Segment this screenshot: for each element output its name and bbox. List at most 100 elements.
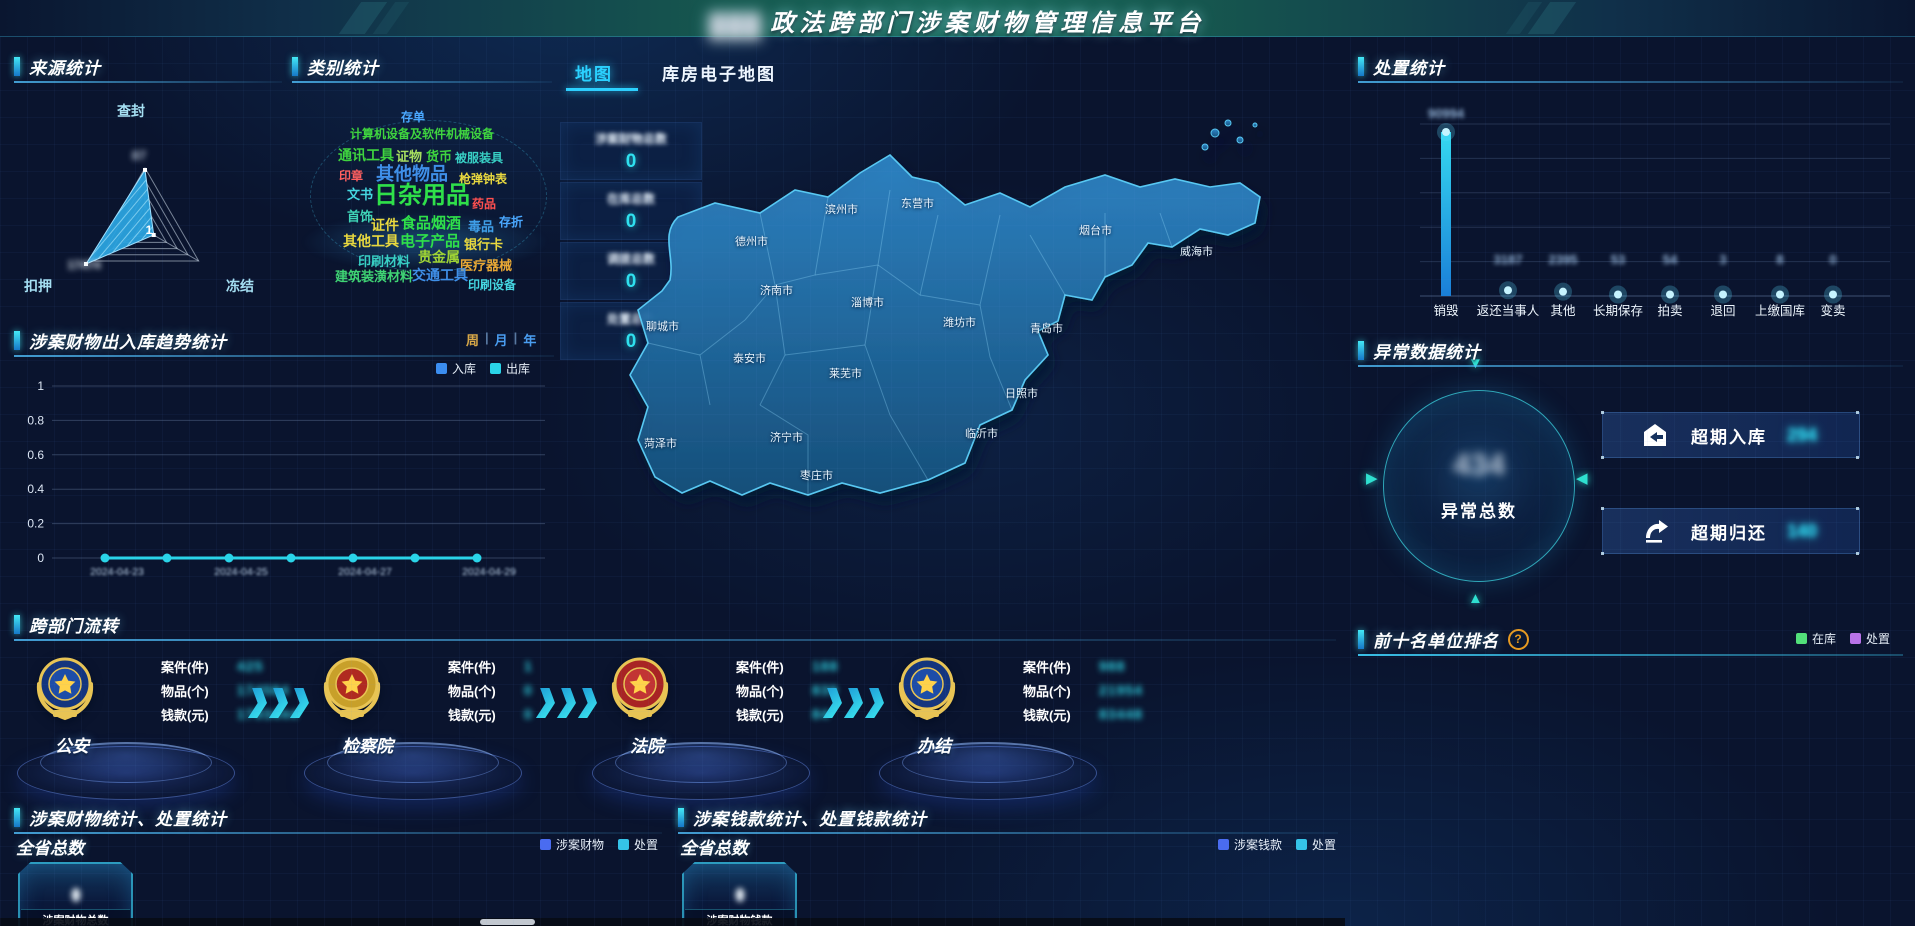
svg-text:长期保存: 长期保存 [1593,304,1643,318]
abnormal-total-label: 异常总数 [1384,497,1574,522]
legend-item[interactable]: 涉案钱款 [1218,836,1282,853]
court-badge-icon [608,654,672,727]
flow-stat-row: 案件(件) 1 [448,654,533,678]
flow-stat-value: 21954 [1099,682,1143,698]
wordcloud-term[interactable]: 药品 [472,198,496,210]
help-icon[interactable]: ? [1508,629,1529,650]
legend-swatch-icon [1296,839,1307,850]
money-total-card: 涉案财物钱款 [682,862,797,926]
procuratorate-badge-icon [320,654,384,727]
legend-item[interactable]: 处置 [618,836,658,853]
svg-text:其他: 其他 [1550,304,1576,318]
svg-text:0: 0 [1829,252,1836,267]
province-shape [630,155,1260,495]
tab-warehouse-map[interactable]: 库房电子地图 [662,60,776,85]
flow-stat-value: 0 [524,682,533,698]
abnormal-row-label: 超期入库 [1691,423,1767,448]
flow-stat-label: 钱款(元) [1023,705,1089,724]
flow-stat-value: 988 [1099,658,1125,674]
wordcloud-term[interactable]: 印章 [339,170,363,182]
shandong-map[interactable] [560,95,1340,640]
trend-legend: 入库出库 [436,360,530,377]
wordcloud-term[interactable]: 毒品 [468,220,494,233]
wordcloud-term[interactable]: 印刷设备 [468,279,516,291]
legend-item[interactable]: 涉案财物 [540,836,604,853]
flow-dept-法院: 案件(件) 188 物品(个) 839 钱款(元) 84法院 [590,650,880,808]
wordcloud-term[interactable]: 贵金属 [418,250,460,264]
panel-title-abnormal: 异常数据统计 [1358,338,1903,362]
panel-title-property: 涉案财物统计、处置统计 [14,805,662,829]
flow-stat-value: 0 [524,706,533,722]
legend-swatch-icon [618,839,629,850]
period-selector: 周|月|年 [466,330,536,349]
flow-dept-检察院: 案件(件) 1 物品(个) 0 钱款(元) 0检察院 [302,650,592,808]
legend-swatch-icon [1218,839,1229,850]
legend-item[interactable]: 处置 [1296,836,1336,853]
flow-arrow-icon [538,688,597,718]
svg-text:3187: 3187 [1494,252,1523,267]
wordcloud-term[interactable]: 印刷材料 [358,255,410,268]
horizontal-scrollbar-thumb[interactable] [480,919,535,925]
legend-item[interactable]: 在库 [1796,630,1836,647]
wordcloud-term[interactable]: 证物 [396,150,422,163]
flow-stat-row: 案件(件) 425 [161,654,299,678]
page-title-text: 政法跨部门涉案财物管理信息平台 [770,10,1205,37]
radar-chart: 查封 扣押 冻结 87 1 17474 [10,80,280,310]
city-name-redacted: ███ [710,13,763,39]
wordcloud-term[interactable]: 存单 [401,111,425,123]
wordcloud-term[interactable]: 通讯工具 [338,148,394,162]
period-option-2[interactable]: 月 [495,330,508,349]
money-legend: 涉案钱款处置 [1218,836,1336,853]
return-arrow-icon [1641,517,1669,545]
wordcloud-term[interactable]: 银行卡 [464,238,503,251]
svg-text:2395: 2395 [1549,252,1578,267]
wordcloud-term[interactable]: 文书 [347,188,373,201]
wordcloud-term[interactable]: 日杂用品 [374,184,470,208]
wordcloud-term[interactable]: 被服装具 [455,152,503,164]
flow-stats: 案件(件) 1 物品(个) 0 钱款(元) 0 [448,654,533,726]
tab-map[interactable]: 地图 [575,60,613,85]
abnormal-row-1[interactable]: 超期入库 294 [1602,412,1860,458]
svg-text:返还当事人: 返还当事人 [1477,304,1540,318]
flow-stat-label: 物品(个) [1023,681,1089,700]
period-option-3[interactable]: 年 [523,330,536,349]
flow-dept-name: 办结 [917,732,951,757]
svg-text:0.4: 0.4 [27,482,44,496]
legend-swatch-icon [436,363,447,374]
period-separator: | [514,330,518,349]
svg-text:销毁: 销毁 [1433,303,1459,318]
triangle-right-icon: ▶ [1366,469,1378,487]
svg-text:2024-04-27: 2024-04-27 [338,566,392,578]
flow-stat-label: 案件(件) [161,657,227,676]
radar-axis-left: 扣押 [24,278,52,294]
wordcloud-term[interactable]: 首饰 [347,210,373,223]
wordcloud-term[interactable]: 存折 [499,216,523,228]
wordcloud-term[interactable]: 建筑装潢材料 [335,270,413,283]
abnormal-row-2[interactable]: 超期归还 140 [1602,508,1860,554]
panel-title-category: 类别统计 [292,54,552,78]
svg-text:0.6: 0.6 [27,448,44,462]
legend-item[interactable]: 出库 [490,360,530,377]
wordcloud-term[interactable]: 电子产品 [400,234,460,249]
wordcloud-term[interactable]: 其他物品 [376,165,448,183]
flow-stat-label: 案件(件) [736,657,802,676]
abnormal-row-value: 294 [1787,425,1817,446]
flow-stat-row: 案件(件) 188 [736,654,838,678]
legend-swatch-icon [1796,633,1807,644]
blurred-value-dot [735,888,744,902]
legend-item[interactable]: 处置 [1850,630,1890,647]
legend-item[interactable]: 入库 [436,360,476,377]
wordcloud-term[interactable]: 交通工具 [412,268,468,282]
wordcloud-term[interactable]: 货币 [426,150,452,163]
wordcloud-term[interactable]: 证件 [371,218,399,232]
flow-stat-row: 钱款(元) 84 [736,702,838,726]
period-option-1[interactable]: 周 [466,330,479,349]
svg-text:3: 3 [1719,252,1726,267]
dashboard-root: ███政法跨部门涉案财物管理信息平台 来源统计 类别统计 处置统计 涉案财物出入… [0,0,1915,926]
radar-value-center: 1 [146,223,153,237]
wordcloud-term[interactable]: 食品烟酒 [401,216,461,231]
header-bar: ███ 政法跨部门涉案财物管理信息平台 [0,0,1915,37]
wordcloud-term[interactable]: 其他工具 [343,234,399,248]
wordcloud-term[interactable]: 计算机设备及软件机械设备 [350,128,494,140]
flow-stat-label: 钱款(元) [161,705,227,724]
